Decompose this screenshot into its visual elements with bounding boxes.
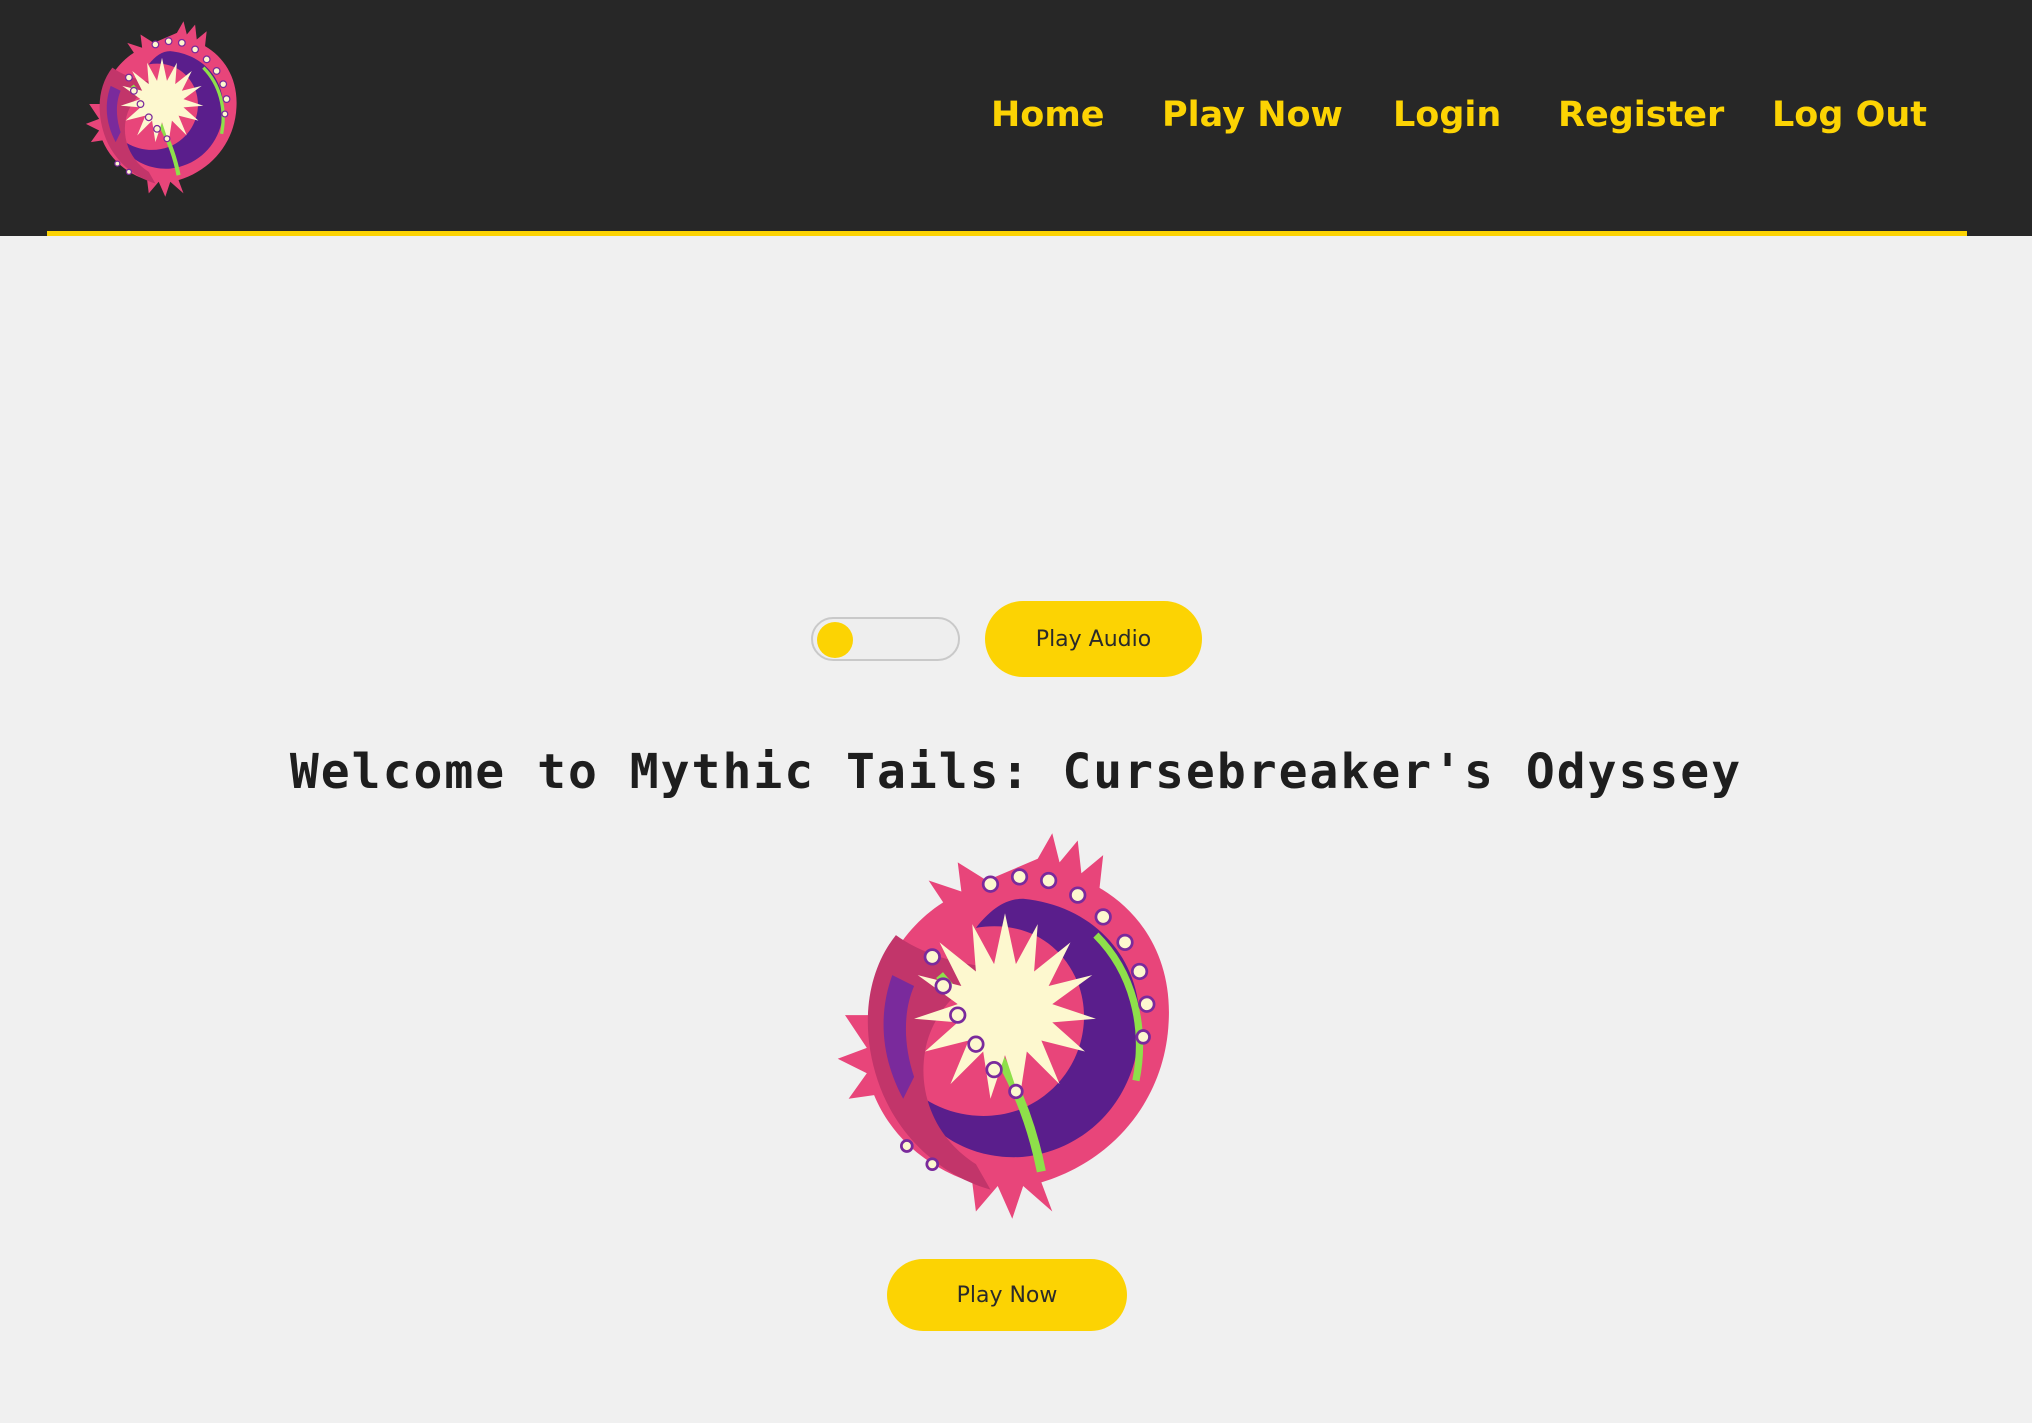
serpent-sun-hero-icon — [823, 826, 1187, 1226]
main-nav: Home Play Now Login Register Log Out — [0, 90, 2032, 140]
nav-link-home[interactable]: Home — [991, 90, 1105, 140]
play-now-button[interactable]: Play Now — [887, 1259, 1127, 1331]
site-header: Home Play Now Login Register Log Out — [0, 0, 2032, 236]
audio-toggle-switch[interactable] — [811, 617, 960, 661]
nav-link-log-out[interactable]: Log Out — [1772, 90, 1927, 140]
nav-link-play-now[interactable]: Play Now — [1162, 90, 1343, 140]
header-divider — [47, 231, 1967, 236]
page-title: Welcome to Mythic Tails: Cursebreaker's … — [289, 744, 1743, 800]
play-audio-button[interactable]: Play Audio — [985, 601, 1202, 677]
nav-link-login[interactable]: Login — [1393, 90, 1501, 140]
nav-link-register[interactable]: Register — [1558, 90, 1724, 140]
toggle-knob — [817, 622, 853, 658]
